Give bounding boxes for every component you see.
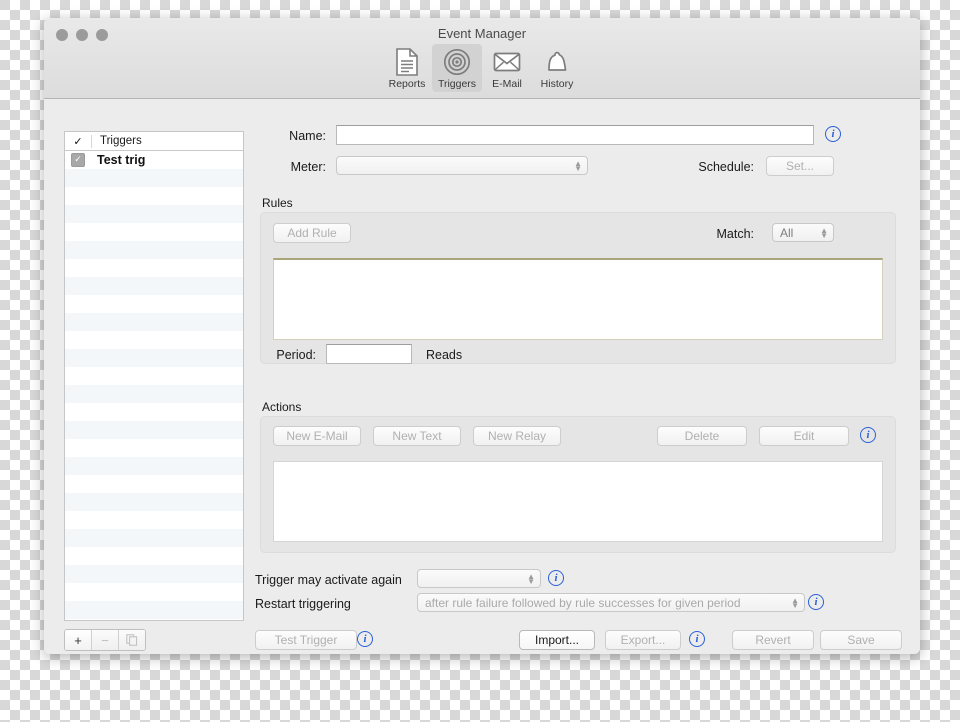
new-email-button[interactable]: New E-Mail bbox=[273, 426, 361, 446]
actions-group-title: Actions bbox=[262, 400, 302, 414]
triggers-list-empty-row[interactable] bbox=[65, 367, 243, 385]
triggers-list-empty-row[interactable] bbox=[65, 619, 243, 620]
chevron-updown-icon: ▲ ▼ bbox=[820, 225, 828, 240]
toolbar-item-reports[interactable]: Reports bbox=[382, 44, 432, 92]
duplicate-button[interactable] bbox=[119, 630, 145, 650]
triggers-list-empty-row[interactable] bbox=[65, 205, 243, 223]
rules-group-title: Rules bbox=[262, 196, 293, 210]
trigger-list-controls: + − bbox=[64, 629, 146, 651]
export-info-icon[interactable]: i bbox=[689, 631, 705, 647]
trigger-enabled-checkbox[interactable]: ✓ bbox=[65, 153, 91, 167]
activate-again-info-icon[interactable]: i bbox=[548, 570, 564, 586]
restart-triggering-info-icon[interactable]: i bbox=[808, 594, 824, 610]
reads-label: Reads bbox=[426, 348, 463, 362]
triggers-list-empty-row[interactable] bbox=[65, 295, 243, 313]
triggers-list-empty-row[interactable] bbox=[65, 457, 243, 475]
event-manager-window: Event Manager Reports Triggers E-Mail Hi… bbox=[44, 18, 920, 654]
bell-icon bbox=[544, 47, 570, 77]
triggers-list-empty-row[interactable] bbox=[65, 511, 243, 529]
toolbar-label-triggers: Triggers bbox=[437, 78, 477, 90]
duplicate-icon bbox=[126, 634, 138, 646]
triggers-list-empty-row[interactable] bbox=[65, 547, 243, 565]
match-label: Match: bbox=[716, 227, 754, 241]
triggers-list-empty-row[interactable] bbox=[65, 349, 243, 367]
triggers-list-empty-row[interactable] bbox=[65, 223, 243, 241]
checkmark-icon: ✓ bbox=[71, 153, 85, 167]
restart-triggering-label: Restart triggering bbox=[255, 597, 351, 611]
target-icon bbox=[443, 47, 471, 77]
edit-action-button[interactable]: Edit bbox=[759, 426, 849, 446]
remove-button[interactable]: − bbox=[92, 630, 119, 650]
rules-listbox[interactable] bbox=[273, 258, 883, 340]
triggers-list-header-title: Triggers bbox=[100, 135, 142, 147]
delete-action-button[interactable]: Delete bbox=[657, 426, 747, 446]
import-button[interactable]: Import... bbox=[519, 630, 595, 650]
period-input[interactable] bbox=[326, 344, 412, 364]
match-select-value: All bbox=[780, 225, 794, 240]
name-info-icon[interactable]: i bbox=[825, 126, 841, 142]
triggers-list-empty-rows bbox=[65, 169, 243, 620]
name-input[interactable] bbox=[336, 125, 814, 145]
save-button[interactable]: Save bbox=[820, 630, 902, 650]
list-item[interactable]: ✓ Test trig bbox=[65, 151, 243, 169]
triggers-list-empty-row[interactable] bbox=[65, 475, 243, 493]
new-relay-button[interactable]: New Relay bbox=[473, 426, 561, 446]
name-label: Name: bbox=[289, 129, 326, 143]
envelope-icon bbox=[493, 47, 521, 77]
triggers-list-empty-row[interactable] bbox=[65, 601, 243, 619]
chevron-updown-icon: ▲ ▼ bbox=[791, 595, 799, 610]
meter-label: Meter: bbox=[290, 160, 326, 174]
add-button[interactable]: + bbox=[65, 630, 92, 650]
toolbar-label-email: E-Mail bbox=[492, 78, 522, 90]
window-content: ✓ Triggers ✓ Test trig + − Name: i Meter… bbox=[44, 99, 920, 654]
triggers-list-empty-row[interactable] bbox=[65, 565, 243, 583]
toolbar-label-history: History bbox=[540, 78, 574, 90]
triggers-list-empty-row[interactable] bbox=[65, 583, 243, 601]
window-title: Event Manager bbox=[437, 26, 527, 41]
triggers-list-empty-row[interactable] bbox=[65, 439, 243, 457]
revert-button[interactable]: Revert bbox=[732, 630, 814, 650]
triggers-list-empty-row[interactable] bbox=[65, 169, 243, 187]
triggers-list-empty-row[interactable] bbox=[65, 331, 243, 349]
meter-select[interactable]: ▲ ▼ bbox=[336, 156, 588, 175]
match-select[interactable]: All ▲ ▼ bbox=[772, 223, 834, 242]
chevron-updown-icon: ▲ ▼ bbox=[574, 158, 582, 173]
toolbar-item-triggers[interactable]: Triggers bbox=[432, 44, 482, 92]
activate-again-select[interactable]: ▲ ▼ bbox=[417, 569, 541, 588]
test-trigger-button[interactable]: Test Trigger bbox=[255, 630, 357, 650]
period-label: Period: bbox=[276, 348, 316, 362]
restart-triggering-select[interactable]: after rule failure followed by rule succ… bbox=[417, 593, 805, 612]
test-trigger-info-icon[interactable]: i bbox=[357, 631, 373, 647]
document-icon bbox=[395, 47, 419, 77]
new-text-button[interactable]: New Text bbox=[373, 426, 461, 446]
activate-again-label: Trigger may activate again bbox=[255, 573, 402, 587]
restart-triggering-value: after rule failure followed by rule succ… bbox=[425, 595, 741, 610]
actions-info-icon[interactable]: i bbox=[860, 427, 876, 443]
triggers-list-empty-row[interactable] bbox=[65, 403, 243, 421]
schedule-label: Schedule: bbox=[698, 160, 754, 174]
triggers-list-empty-row[interactable] bbox=[65, 385, 243, 403]
triggers-list-empty-row[interactable] bbox=[65, 277, 243, 295]
window-titlebar: Event Manager Reports Triggers E-Mail Hi… bbox=[44, 18, 920, 99]
triggers-list-empty-row[interactable] bbox=[65, 241, 243, 259]
list-item-label: Test trig bbox=[97, 153, 146, 167]
toolbar: Reports Triggers E-Mail History bbox=[44, 44, 920, 92]
triggers-list-empty-row[interactable] bbox=[65, 313, 243, 331]
triggers-list-empty-row[interactable] bbox=[65, 493, 243, 511]
triggers-list-empty-row[interactable] bbox=[65, 187, 243, 205]
schedule-set-button[interactable]: Set... bbox=[766, 156, 834, 176]
toolbar-label-reports: Reports bbox=[388, 78, 426, 90]
triggers-list[interactable]: ✓ Triggers ✓ Test trig bbox=[64, 131, 244, 621]
add-rule-button[interactable]: Add Rule bbox=[273, 223, 351, 243]
chevron-updown-icon: ▲ ▼ bbox=[527, 571, 535, 586]
triggers-list-empty-row[interactable] bbox=[65, 529, 243, 547]
export-button[interactable]: Export... bbox=[605, 630, 681, 650]
toolbar-item-email[interactable]: E-Mail bbox=[482, 44, 532, 92]
triggers-list-header: ✓ Triggers bbox=[65, 132, 243, 151]
triggers-list-empty-row[interactable] bbox=[65, 259, 243, 277]
toolbar-item-history[interactable]: History bbox=[532, 44, 582, 92]
triggers-list-header-check: ✓ bbox=[65, 134, 92, 148]
actions-listbox[interactable] bbox=[273, 461, 883, 542]
triggers-list-empty-row[interactable] bbox=[65, 421, 243, 439]
